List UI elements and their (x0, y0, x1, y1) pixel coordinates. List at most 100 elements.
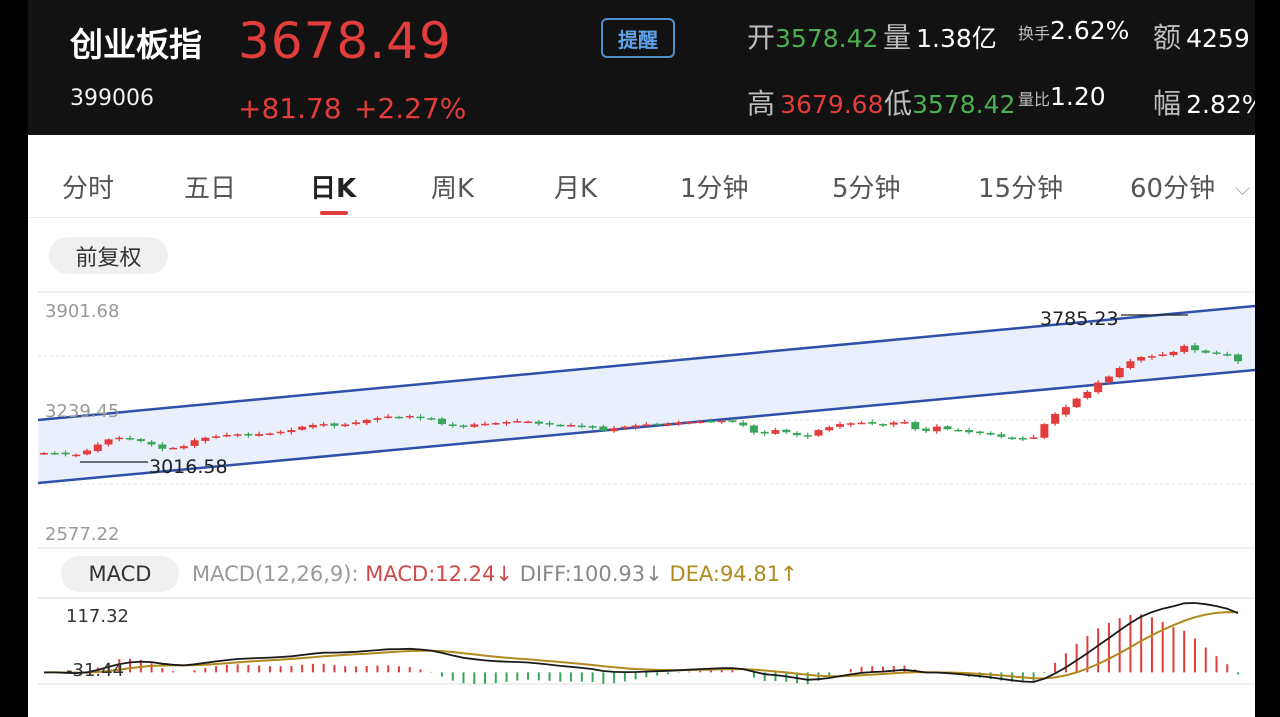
candle-body (405, 415, 414, 418)
candle-body (814, 430, 823, 436)
candle-body (319, 424, 328, 426)
candle-body (911, 422, 920, 430)
candle-body (588, 426, 597, 428)
candle-body (93, 444, 102, 452)
candle-body (308, 424, 317, 428)
candle-body (868, 422, 877, 424)
candle-body (179, 446, 188, 449)
candle-body (190, 440, 199, 446)
macd-y-bottom: -31.44 (66, 660, 125, 681)
candle-body (739, 422, 748, 426)
candle-body (470, 424, 479, 427)
macd-indicator-button[interactable]: MACD (61, 556, 179, 592)
candle-body (61, 452, 70, 455)
candle-body (83, 450, 92, 455)
candle-body (373, 418, 382, 420)
candle-body (513, 421, 522, 423)
candle-body (706, 420, 715, 423)
candle-body (663, 423, 672, 426)
candle-body (1061, 407, 1070, 415)
candle-body (1104, 376, 1113, 383)
candle-body (631, 425, 640, 428)
candle-body (975, 431, 984, 434)
candle-body (169, 447, 178, 450)
candle-body (792, 432, 801, 436)
candle-body (782, 429, 791, 433)
candle-body (438, 418, 446, 425)
candle-body (825, 427, 834, 431)
macd-y-top: 117.32 (66, 606, 129, 627)
candle-body (642, 424, 651, 426)
candle-body (717, 420, 726, 423)
candle-body (72, 454, 81, 457)
candle-body (760, 431, 769, 434)
dea-value: DEA:94.81↑ (669, 562, 798, 586)
candle-body (599, 426, 608, 431)
candle-body (1029, 437, 1038, 439)
candle-body (1234, 354, 1242, 362)
candle-body (932, 426, 941, 432)
candle-body (136, 439, 145, 442)
min-price-label: 3016.58 (149, 456, 228, 478)
candle-body (147, 441, 156, 445)
candle-body (341, 424, 350, 427)
candle-body (502, 422, 511, 424)
candle-body (1212, 352, 1221, 354)
candle-body (427, 418, 436, 420)
candle-body (298, 426, 307, 430)
candle-body (104, 439, 113, 445)
y-label-mid: 3239.45 (45, 401, 120, 422)
y-label-bottom: 2577.22 (45, 524, 120, 545)
candle-body (1072, 398, 1081, 408)
candle-body (126, 438, 135, 440)
macd-params: MACD(12,26,9): (192, 562, 359, 586)
candle-body (1115, 368, 1124, 378)
candle-body (922, 428, 931, 431)
candle-body (1137, 357, 1146, 361)
candle-body (362, 419, 371, 424)
candle-body (50, 452, 59, 455)
candle-body (685, 422, 694, 424)
candle-body (448, 424, 457, 426)
candle-body (459, 425, 468, 427)
candle-body (233, 434, 242, 436)
candle-body (115, 437, 124, 440)
candle-body (997, 434, 1006, 437)
candle-body (491, 423, 500, 425)
candle-body (158, 444, 167, 449)
candle-body (276, 431, 285, 434)
candle-body (244, 433, 253, 436)
candle-body (40, 452, 48, 455)
candle-body (416, 416, 425, 419)
kline-chart (37, 291, 1255, 685)
dea-line (44, 611, 1239, 680)
candle-body (287, 430, 296, 433)
candle-body (1051, 413, 1060, 424)
candle-body (394, 416, 403, 419)
candle-body (330, 423, 339, 426)
candle-body (803, 435, 812, 437)
candle-body (836, 424, 844, 427)
candle-body (567, 424, 576, 427)
candle-body (212, 436, 221, 438)
candle-body (1126, 361, 1135, 369)
candle-body (771, 430, 780, 434)
candle-body (481, 423, 490, 426)
candle-body (524, 421, 533, 424)
candle-body (1094, 382, 1103, 393)
candle-body (846, 423, 855, 425)
candle-body (1190, 345, 1199, 351)
candle-body (1223, 354, 1232, 356)
diff-value: DIFF:100.93↓ (519, 562, 663, 586)
candle-body (728, 420, 737, 422)
max-price-label: 3785.23 (1040, 308, 1119, 330)
candle-body (534, 421, 543, 424)
candle-body (653, 423, 662, 426)
candle-body (900, 422, 909, 424)
candle-body (1147, 356, 1156, 358)
candle-body (857, 422, 866, 425)
candle-body (620, 426, 629, 429)
app-window: 创业板指 399006 3678.49 +81.78 +2.27% 提醒 开35… (28, 0, 1255, 717)
candle-body (943, 426, 952, 430)
candle-body (610, 428, 619, 432)
